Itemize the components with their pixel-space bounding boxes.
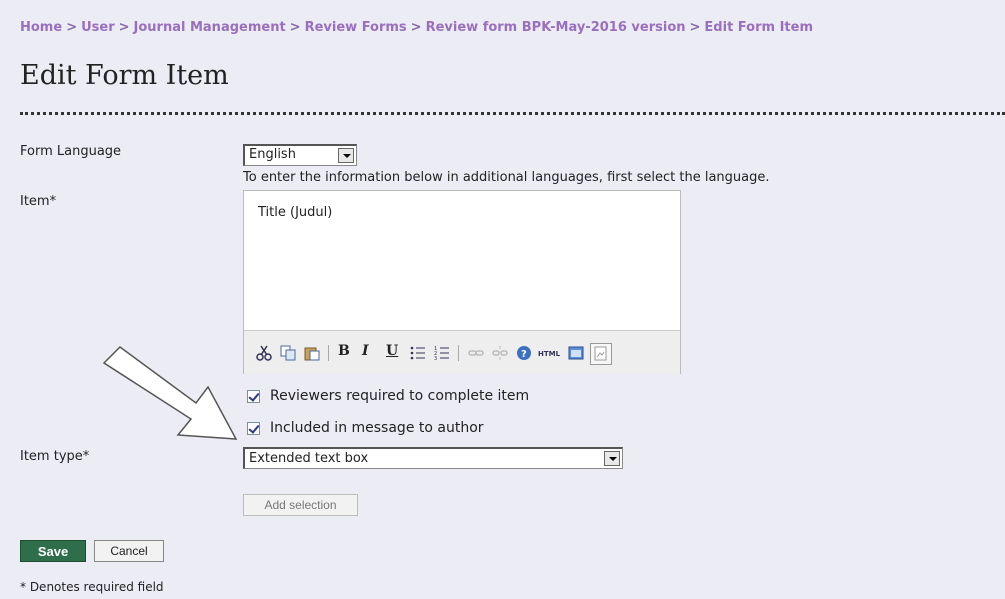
- editor-toolbar: B I U 123 ? HTML: [244, 330, 680, 374]
- link-icon[interactable]: [468, 345, 484, 361]
- add-selection-button[interactable]: Add selection: [243, 494, 358, 516]
- image-icon[interactable]: [590, 343, 612, 365]
- title-divider: [20, 112, 1005, 115]
- copy-icon[interactable]: [280, 345, 296, 361]
- bold-icon[interactable]: B: [338, 343, 350, 359]
- required-checkbox-label: Reviewers required to complete item: [270, 388, 530, 404]
- breadcrumb-separator: >: [66, 20, 78, 35]
- breadcrumb-separator: >: [118, 20, 130, 35]
- cut-icon[interactable]: [256, 345, 272, 361]
- toolbar-separator: [458, 345, 459, 361]
- annotation-arrow: [102, 346, 238, 440]
- svg-text:?: ?: [521, 349, 527, 360]
- included-checkbox-label: Included in message to author: [270, 420, 484, 436]
- svg-text:HTML: HTML: [538, 350, 561, 358]
- save-button[interactable]: Save: [20, 540, 86, 562]
- included-checkbox-row: Included in message to author: [247, 420, 484, 436]
- form-language-value: English: [249, 147, 296, 162]
- breadcrumb-user[interactable]: User: [81, 20, 115, 35]
- numbered-list-icon[interactable]: 123: [434, 345, 450, 361]
- breadcrumb-separator: >: [689, 20, 701, 35]
- item-type-value: Extended text box: [249, 451, 369, 466]
- item-type-label: Item type*: [20, 449, 90, 464]
- item-type-select[interactable]: Extended text box: [243, 447, 623, 469]
- cancel-button[interactable]: Cancel: [94, 540, 164, 562]
- unlink-icon[interactable]: [492, 345, 508, 361]
- breadcrumb-journal-management[interactable]: Journal Management: [134, 20, 286, 35]
- breadcrumb-review-forms[interactable]: Review Forms: [305, 20, 407, 35]
- help-icon[interactable]: ?: [516, 345, 532, 361]
- fullscreen-icon[interactable]: [568, 345, 584, 361]
- italic-icon[interactable]: I: [362, 343, 369, 359]
- required-footnote: * Denotes required field: [20, 580, 164, 594]
- breadcrumb-review-form[interactable]: Review form BPK-May-2016 version: [426, 20, 686, 35]
- form-language-label: Form Language: [20, 144, 122, 159]
- item-label: Item*: [20, 194, 57, 209]
- svg-text:3: 3: [434, 356, 437, 361]
- item-editor[interactable]: Title (Judul) B I U 123 ? HTML: [243, 190, 681, 374]
- breadcrumb: Home > User > Journal Management > Review Form…: [20, 20, 813, 35]
- underline-icon[interactable]: U: [386, 343, 398, 359]
- required-checkbox-row: Reviewers required to complete item: [247, 388, 529, 404]
- bullet-list-icon[interactable]: [410, 345, 426, 361]
- breadcrumb-separator: >: [289, 20, 301, 35]
- form-language-select[interactable]: English: [243, 144, 357, 166]
- page-title: Edit Form Item: [20, 60, 229, 91]
- paste-icon[interactable]: [304, 345, 320, 361]
- toolbar-separator: [328, 345, 329, 361]
- breadcrumb-current[interactable]: Edit Form Item: [704, 20, 813, 35]
- page: Home > User > Journal Management > Review Form…: [0, 0, 1005, 599]
- item-editor-content[interactable]: Title (Judul): [258, 205, 332, 220]
- breadcrumb-separator: >: [410, 20, 422, 35]
- html-icon[interactable]: HTML: [538, 345, 562, 361]
- breadcrumb-home[interactable]: Home: [20, 20, 62, 35]
- language-hint: To enter the information below in additi…: [243, 170, 770, 185]
- chevron-down-icon[interactable]: [338, 148, 354, 163]
- chevron-down-icon[interactable]: [604, 451, 620, 466]
